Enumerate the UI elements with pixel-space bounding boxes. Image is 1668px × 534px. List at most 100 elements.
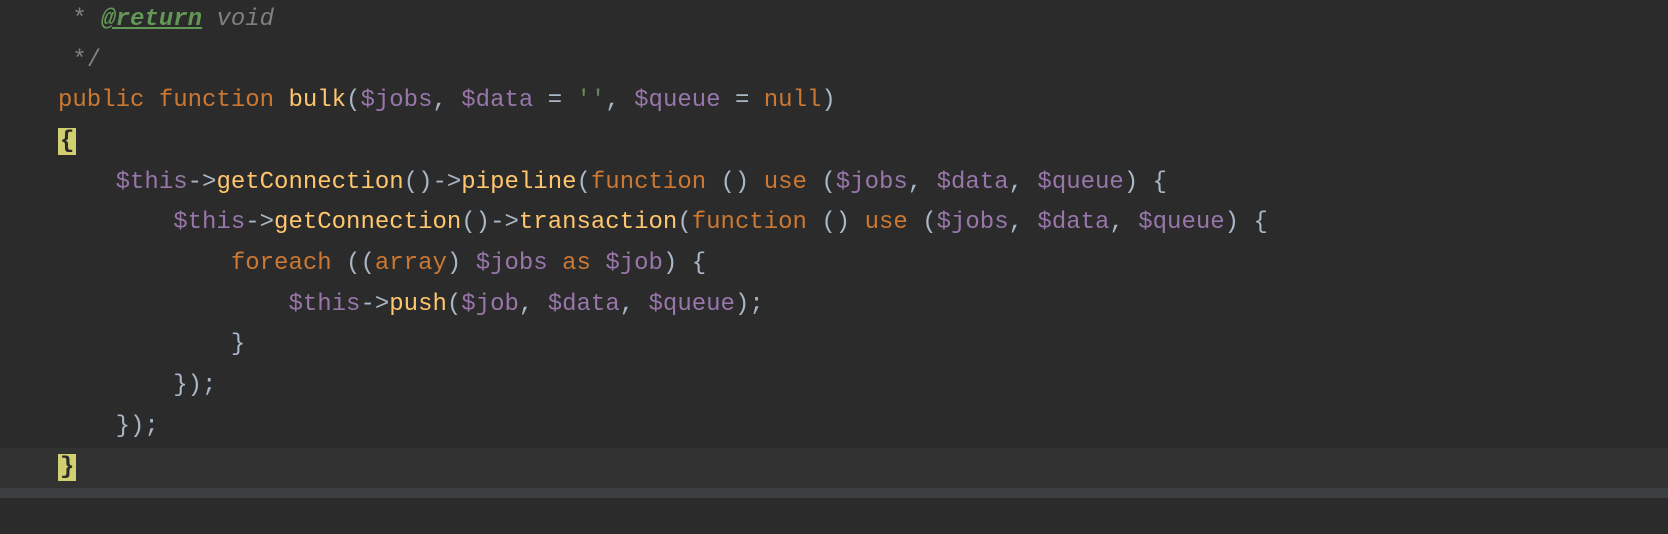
code-token: push [389,291,447,318]
code-line[interactable]: public function bulk($jobs, $data = '', … [0,81,1668,122]
code-line-content: { [58,122,76,163]
code-token: $job [461,291,519,318]
code-token [548,250,562,277]
code-token: bulk [288,87,346,114]
code-token: , [1009,209,1038,236]
code-token [58,169,116,196]
code-token [58,250,231,277]
code-line[interactable]: } [0,326,1668,367]
code-token: , [519,291,548,318]
code-token: , [1109,209,1138,236]
code-token: $data [1037,209,1109,236]
code-token: = [533,87,576,114]
code-token: }); [58,413,159,440]
code-token: $job [605,250,663,277]
code-token: $queue [634,87,720,114]
code-token: ( [677,209,691,236]
code-line[interactable]: $this->push($job, $data, $queue); [0,285,1668,326]
code-line[interactable]: * @return void [0,0,1668,41]
code-token: pipeline [461,169,576,196]
code-token: ); [735,291,764,318]
code-token: '' [577,87,606,114]
code-token: , [1009,169,1038,196]
code-line-content: $this->getConnection()->transaction(func… [58,203,1268,244]
code-token: getConnection [216,169,403,196]
code-token: }); [58,372,216,399]
code-token: * [58,6,101,33]
code-token: ( [821,169,835,196]
code-line[interactable]: }); [0,366,1668,407]
code-token: $jobs [476,250,548,277]
code-token: } [58,454,76,481]
code-token: $this [288,291,360,318]
code-line[interactable]: $this->getConnection()->transaction(func… [0,203,1668,244]
code-token [58,209,173,236]
code-line-content: $this->getConnection()->pipeline(functio… [58,163,1167,204]
code-line[interactable]: foreach ((array) $jobs as $job) { [0,244,1668,285]
code-token: ()-> [461,209,519,236]
code-line-content: * @return void [58,0,274,41]
code-line-content: } [58,325,245,366]
code-editor[interactable]: * @return void */public function bulk($j… [0,0,1668,488]
code-token: as [562,250,605,277]
code-token: ()-> [404,169,462,196]
code-token: $this [173,209,245,236]
code-token: , [605,87,634,114]
code-token: $queue [649,291,735,318]
code-token: () [821,209,864,236]
code-token: $data [461,87,533,114]
code-line-content: $this->push($job, $data, $queue); [58,285,764,326]
code-token: , [620,291,649,318]
code-line-content: public function bulk($jobs, $data = '', … [58,81,836,122]
code-token: use [764,169,822,196]
code-token: $data [548,291,620,318]
code-token [58,291,288,318]
code-token: $queue [1037,169,1123,196]
code-token: ) [821,87,835,114]
code-token: } [58,331,245,358]
code-token: transaction [519,209,677,236]
code-token: ) { [1124,169,1167,196]
code-token: getConnection [274,209,461,236]
code-token: null [764,87,822,114]
editor-footer-bar [0,488,1668,498]
code-line-content: }); [58,407,159,448]
code-line[interactable]: }); [0,407,1668,448]
code-token: , [908,169,937,196]
code-token: ( [922,209,936,236]
code-line-content: */ [58,41,101,82]
code-token: ) [447,250,476,277]
code-token: { [58,128,76,155]
code-token: foreach [231,250,346,277]
code-token: () [721,169,764,196]
code-line[interactable]: } [0,448,1668,489]
code-token: */ [58,47,101,74]
code-line-content: } [58,448,76,489]
code-token: @return [101,6,202,33]
code-line[interactable]: { [0,122,1668,163]
code-token: = [721,87,764,114]
code-token: -> [188,169,217,196]
code-line-content: foreach ((array) $jobs as $job) { [58,244,706,285]
code-token: , [432,87,461,114]
code-token: -> [245,209,274,236]
code-token: array [375,250,447,277]
code-token: use [865,209,923,236]
code-line[interactable]: */ [0,41,1668,82]
code-token: ( [346,87,360,114]
code-token: void [202,6,274,33]
code-token: -> [360,291,389,318]
code-token: $jobs [360,87,432,114]
code-token: function [591,169,721,196]
code-token: function [692,209,822,236]
code-token: public function [58,87,288,114]
code-line[interactable]: $this->getConnection()->pipeline(functio… [0,163,1668,204]
code-token: $this [116,169,188,196]
code-token: $jobs [836,169,908,196]
code-token: $jobs [937,209,1009,236]
code-token: ( [577,169,591,196]
code-token: $data [937,169,1009,196]
code-token: ( [447,291,461,318]
code-token: (( [346,250,375,277]
code-token: ) { [1225,209,1268,236]
